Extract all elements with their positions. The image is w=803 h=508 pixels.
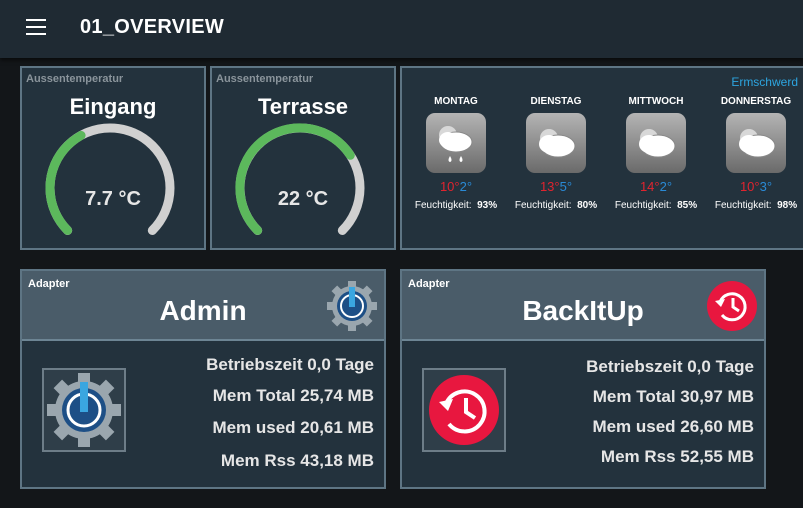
humidity: Feuchtigkeit: 85%	[606, 200, 706, 211]
weather-day: DIENSTAG 13°5° Feuchtigkeit: 80%	[506, 96, 606, 211]
humidity-value: 98%	[777, 200, 798, 211]
temp-low: 2°	[659, 179, 673, 194]
weather-temps: 10°3°	[706, 179, 803, 194]
humidity: Feuchtigkeit: 93%	[406, 200, 506, 211]
adapter-icon-box	[422, 368, 506, 452]
weather-day: DONNERSTAG 10°3° Feuchtigkeit: 98%	[706, 96, 803, 211]
temp-high: 10°	[739, 179, 760, 194]
adapter-caption: Adapter	[28, 278, 70, 290]
weather-day: MITTWOCH 14°2° Feuchtigkeit: 85%	[606, 96, 706, 211]
adapter-icon-box	[42, 368, 126, 452]
mem-used-stat: Mem used 26,60 MB	[592, 417, 754, 436]
partly-cloudy-icon	[526, 113, 586, 173]
humidity-label: Feuchtigkeit:	[514, 200, 572, 211]
partly-cloudy-icon	[626, 113, 686, 173]
admin-gear-icon	[327, 281, 377, 331]
adapter-header: Adapter BackItUp	[402, 271, 764, 341]
temp-low: 5°	[559, 179, 573, 194]
adapter-caption: Adapter	[408, 278, 450, 290]
weather-card: Ermschwerd MONTAG 10°2° Feuchtigkeit: 93…	[400, 66, 803, 250]
mem-total-stat: Mem Total 25,74 MB	[212, 386, 374, 405]
humidity-value: 93%	[477, 200, 498, 211]
adapter-card-admin: Adapter Admin Betriebszeit 0,0 Tage Mem …	[20, 269, 386, 489]
gauge-fill	[235, 123, 355, 235]
hamburger-menu-icon[interactable]	[26, 19, 46, 35]
weather-day: MONTAG 10°2° Feuchtigkeit: 93%	[406, 96, 506, 211]
humidity-value: 85%	[677, 200, 698, 211]
rain-cloud-icon	[426, 113, 486, 173]
humidity-label: Feuchtigkeit:	[414, 200, 472, 211]
weather-temps: 14°2°	[606, 179, 706, 194]
gauge-value: 7.7 °C	[85, 188, 141, 210]
mem-total-stat: Mem Total 30,97 MB	[592, 387, 754, 406]
adapter-card-backitup: Adapter BackItUp Betriebszeit 0,0 Tage M…	[400, 269, 766, 489]
adapter-header: Adapter Admin	[22, 271, 384, 341]
weather-location-link[interactable]: Ermschwerd	[731, 75, 798, 89]
temp-high: 10°	[439, 179, 460, 194]
humidity: Feuchtigkeit: 98%	[706, 200, 803, 211]
uptime-stat: Betriebszeit 0,0 Tage	[206, 355, 374, 374]
mem-used-stat: Mem used 20,61 MB	[212, 418, 374, 437]
uptime-stat: Betriebszeit 0,0 Tage	[586, 357, 754, 376]
mem-rss-stat: Mem Rss 43,18 MB	[220, 451, 374, 470]
gauge-fill	[45, 130, 86, 235]
temp-low: 3°	[759, 179, 773, 194]
backup-clock-icon	[429, 375, 499, 445]
gauge-card-terrasse: Aussentemperatur Terrasse 22 °C	[210, 66, 396, 250]
humidity-label: Feuchtigkeit:	[714, 200, 772, 211]
temp-high: 13°	[539, 179, 560, 194]
weather-temps: 13°5°	[506, 179, 606, 194]
gauge-card-eingang: Aussentemperatur Eingang 7.7 °C	[20, 66, 206, 250]
weather-day-name: MONTAG	[434, 96, 478, 107]
temperature-gauge	[235, 123, 365, 235]
humidity-value: 80%	[577, 200, 598, 211]
mem-rss-stat: Mem Rss 52,55 MB	[600, 447, 754, 466]
backup-clock-icon	[707, 281, 757, 331]
gauge-value: 22 °C	[277, 188, 329, 210]
temperature-gauge	[45, 123, 175, 235]
weather-temps: 10°2°	[406, 179, 506, 194]
weather-day-name: MITTWOCH	[628, 96, 684, 107]
weather-day-name: DONNERSTAG	[720, 96, 792, 107]
humidity: Feuchtigkeit: 80%	[506, 200, 606, 211]
humidity-label: Feuchtigkeit:	[614, 200, 672, 211]
app-bar: 01_OVERVIEW	[0, 0, 803, 58]
page-title: 01_OVERVIEW	[80, 16, 225, 38]
temp-low: 2°	[459, 179, 473, 194]
partly-cloudy-icon	[726, 113, 786, 173]
admin-gear-icon	[47, 373, 121, 447]
weather-day-name: DIENSTAG	[530, 96, 582, 107]
temp-high: 14°	[639, 179, 660, 194]
